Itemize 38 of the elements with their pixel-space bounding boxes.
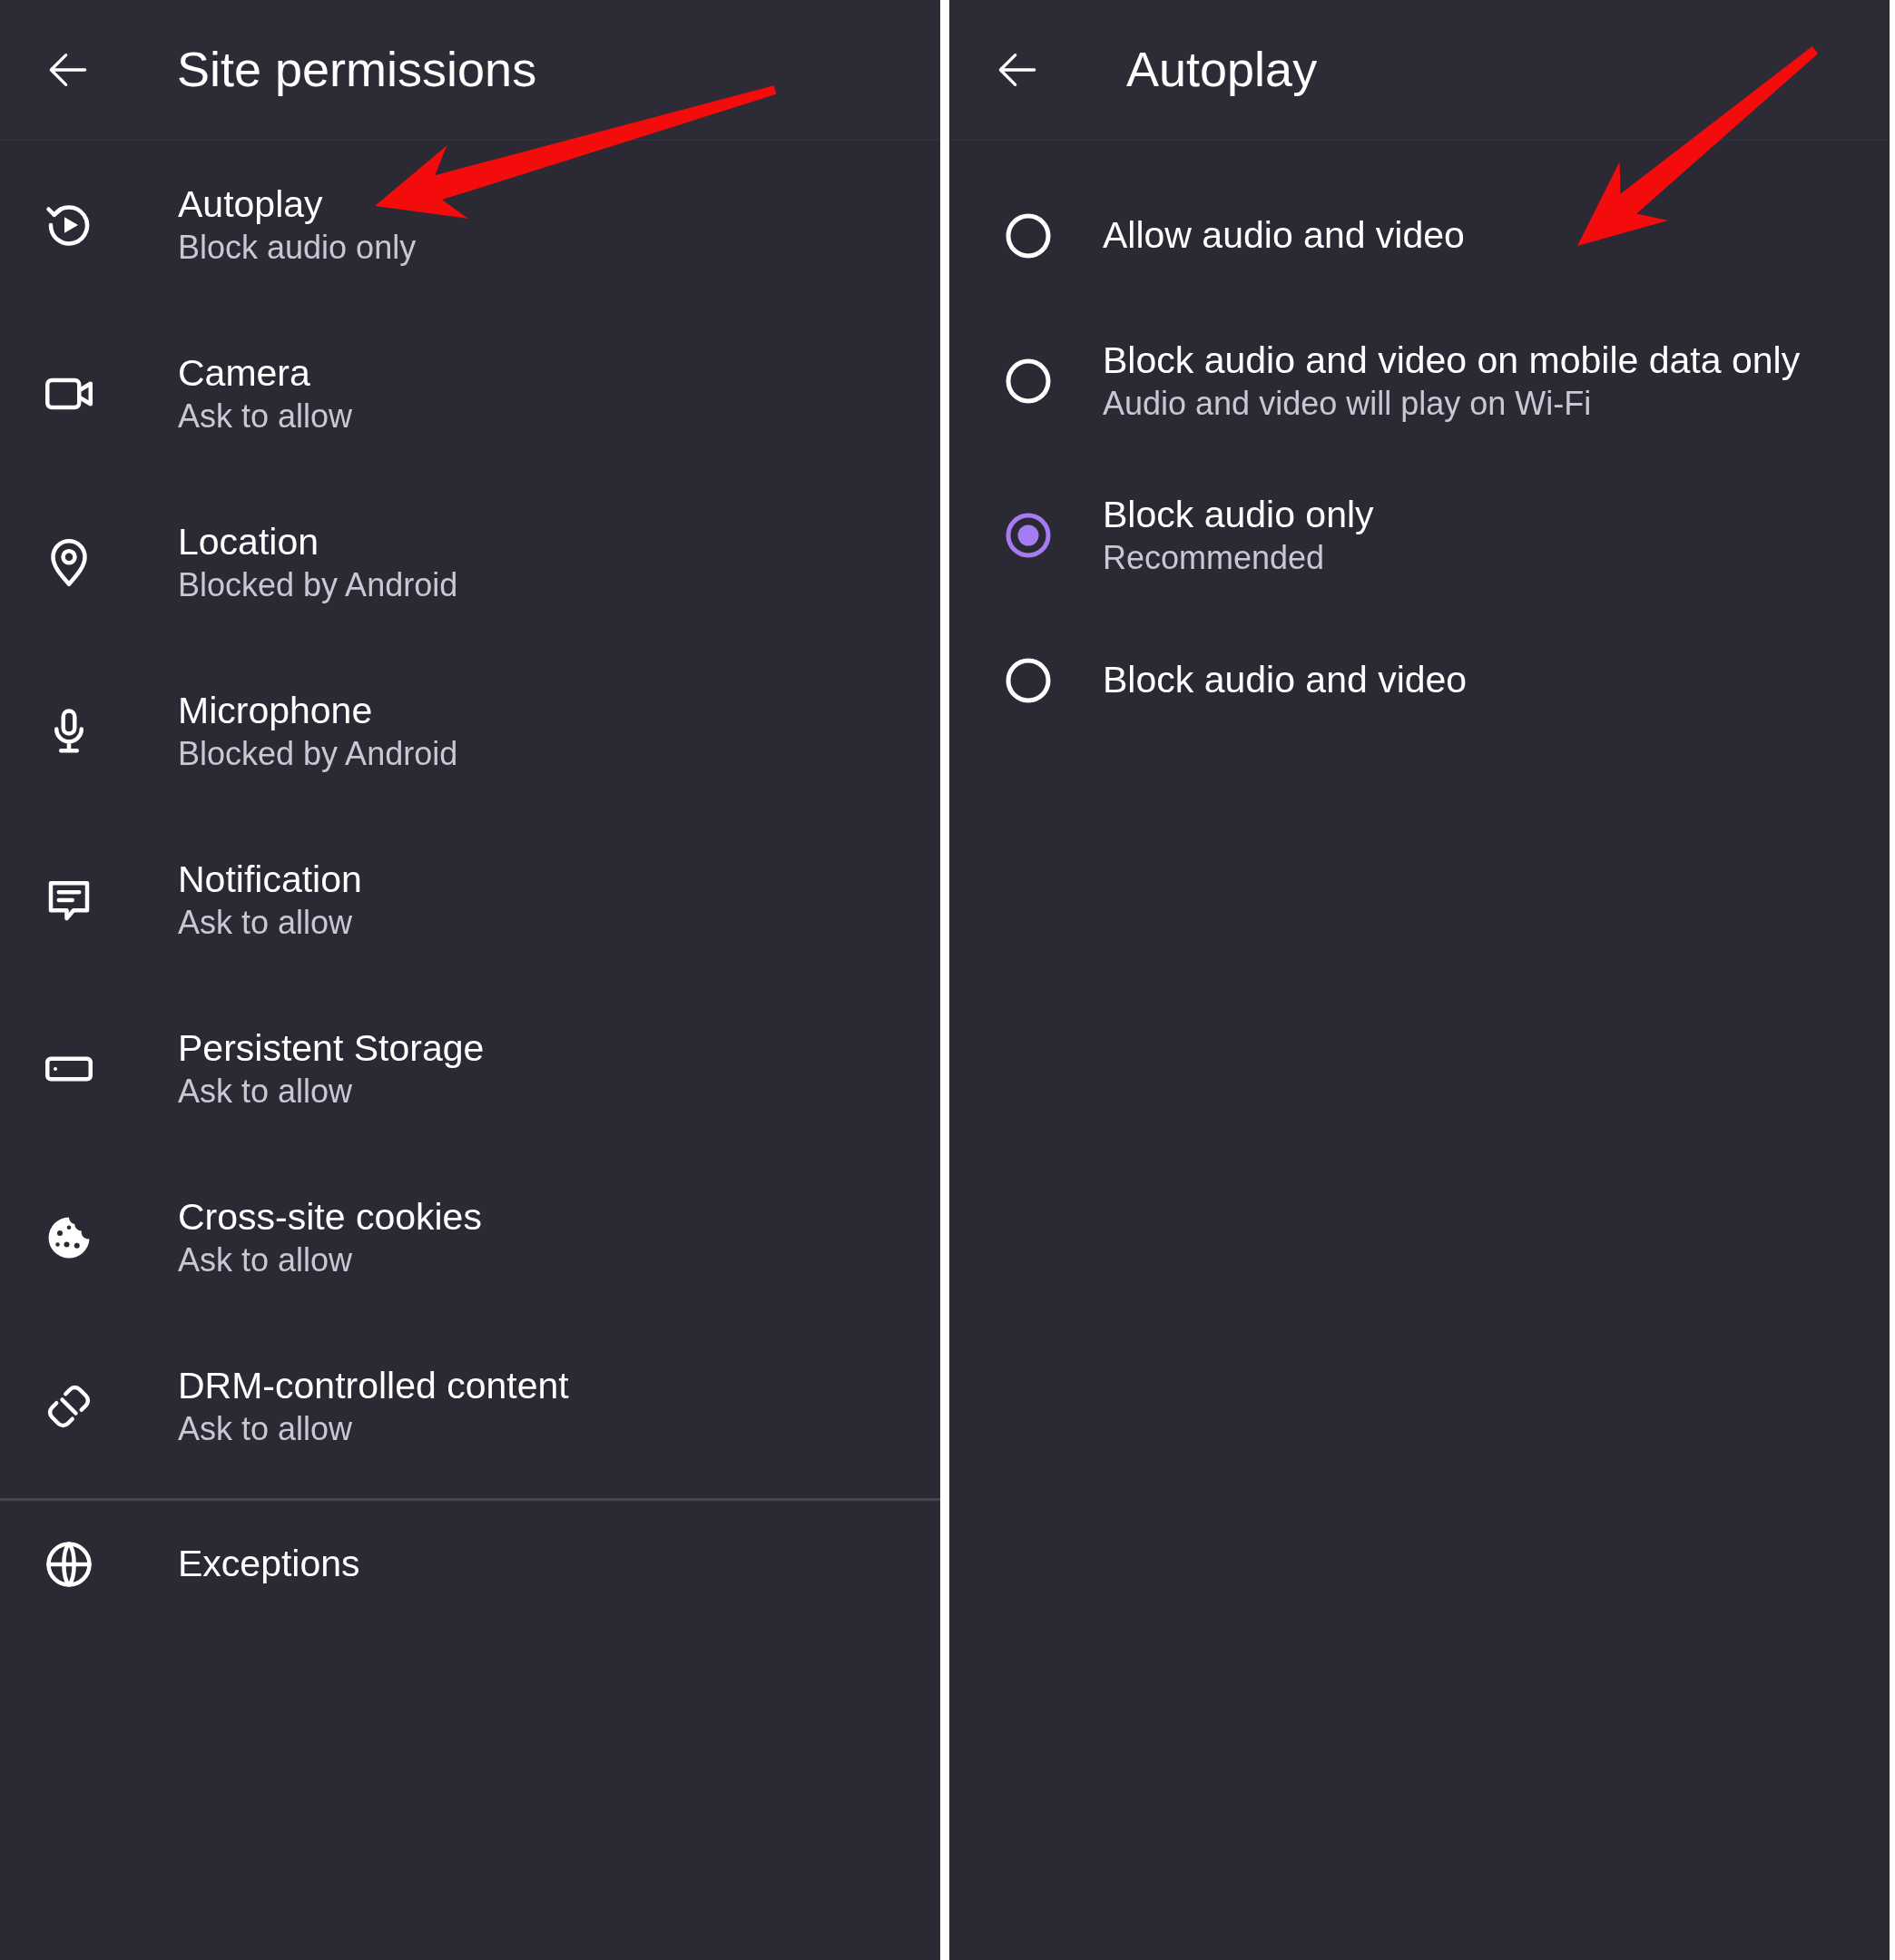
permission-item[interactable]: Notification Ask to allow bbox=[0, 816, 940, 985]
permission-item[interactable]: Microphone Blocked by Android bbox=[0, 647, 940, 816]
radio-option[interactable]: Block audio only Recommended bbox=[949, 458, 1890, 612]
radio-option[interactable]: Block audio and video on mobile data only Audio and video will play on Wi-Fi bbox=[949, 304, 1890, 458]
option-label: Block audio only bbox=[1103, 492, 1374, 537]
permission-item[interactable]: Persistent Storage Ask to allow bbox=[0, 985, 940, 1153]
permission-item[interactable]: Camera Ask to allow bbox=[0, 309, 940, 478]
permission-status: Blocked by Android bbox=[178, 734, 458, 775]
permission-item[interactable]: Autoplay Block audio only bbox=[0, 141, 940, 309]
permission-title: Location bbox=[178, 519, 319, 564]
permission-status: Ask to allow bbox=[178, 397, 353, 437]
permission-title: Persistent Storage bbox=[178, 1025, 485, 1071]
option-label: Allow audio and video bbox=[1103, 213, 1465, 259]
screen-title: Autoplay bbox=[1126, 41, 1318, 98]
permission-status: Block audio only bbox=[178, 228, 417, 269]
permission-item[interactable]: Cross-site cookies Ask to allow bbox=[0, 1153, 940, 1322]
permission-item[interactable]: Location Blocked by Android bbox=[0, 478, 940, 647]
permission-title: Notification bbox=[178, 857, 362, 902]
permission-status: Ask to allow bbox=[178, 903, 354, 944]
permission-status: Blocked by Android bbox=[178, 565, 458, 606]
permission-title: Camera bbox=[178, 350, 311, 396]
radio-option[interactable]: Allow audio and video bbox=[949, 168, 1890, 304]
option-label: Block audio and video on mobile data only bbox=[1103, 338, 1801, 383]
permission-title: DRM-controlled content bbox=[178, 1363, 569, 1408]
permission-status: Ask to allow bbox=[178, 1409, 354, 1450]
radio-option[interactable]: Block audio and video bbox=[949, 612, 1890, 749]
exceptions-label: Exceptions bbox=[178, 1542, 360, 1587]
option-label: Block audio and video bbox=[1103, 658, 1468, 703]
permission-status: Ask to allow bbox=[178, 1072, 354, 1112]
permission-item[interactable]: DRM-controlled content Ask to allow bbox=[0, 1322, 940, 1491]
permission-status: Ask to allow bbox=[178, 1240, 354, 1281]
option-description: Audio and video will play on Wi-Fi bbox=[1103, 384, 1593, 425]
option-description: Recommended bbox=[1103, 538, 1326, 579]
permission-title: Microphone bbox=[178, 688, 374, 733]
screen-title: Site permissions bbox=[177, 41, 537, 98]
permission-title: Cross-site cookies bbox=[178, 1194, 482, 1240]
permission-title: Autoplay bbox=[178, 181, 324, 227]
exceptions-item[interactable]: Exceptions bbox=[0, 1501, 940, 1628]
